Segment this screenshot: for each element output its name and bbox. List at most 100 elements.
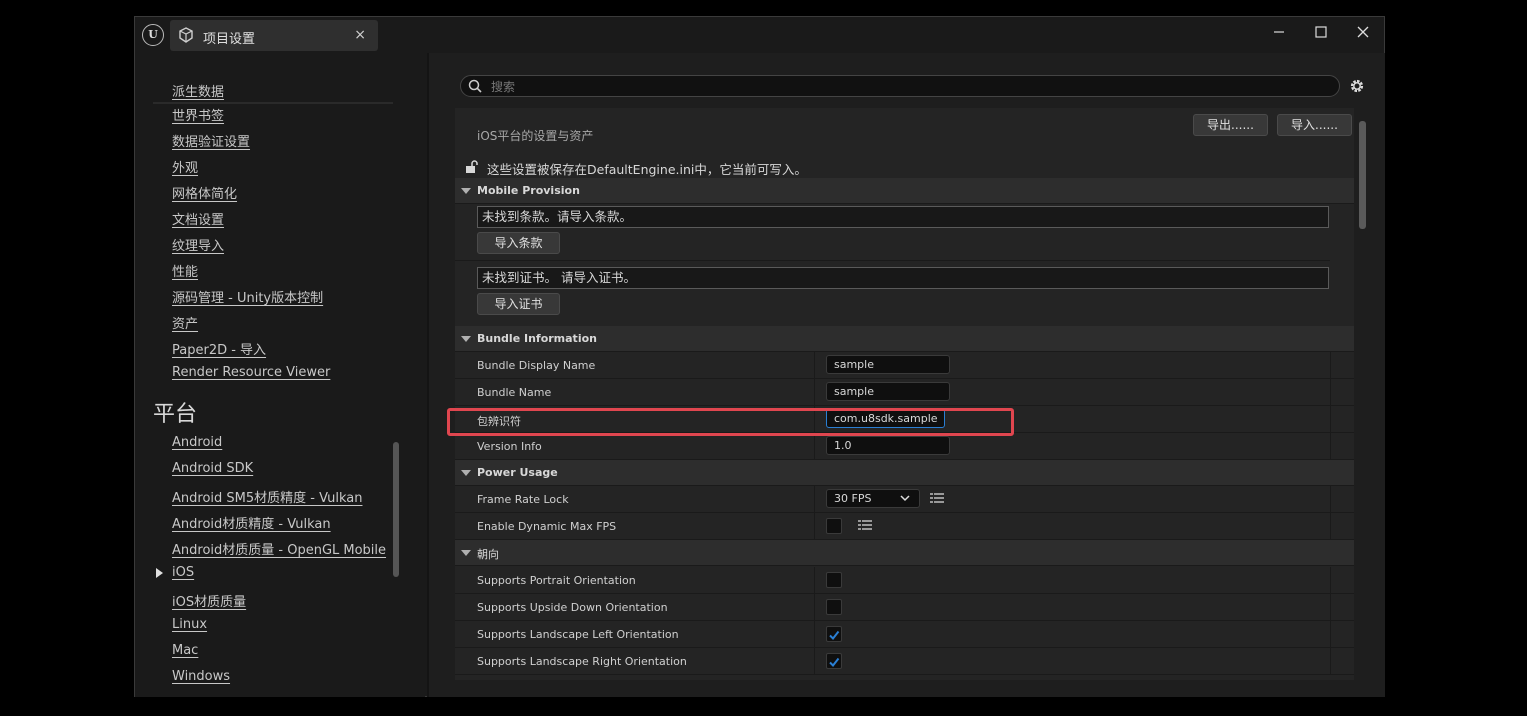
setting-name: Frame Rate Lock [477, 493, 569, 506]
ios-settings-panel: iOS平台的设置与资产 导出...... 导入...... 这些设置被保存在De… [455, 108, 1354, 680]
sidebar-item-data-validation[interactable]: 数据验证设置 [172, 131, 250, 150]
column-divider [814, 433, 815, 459]
selected-arrow-icon [156, 568, 163, 578]
column-divider [814, 379, 815, 405]
sidebar-item-android-sdk[interactable]: Android SDK [172, 461, 253, 476]
portrait-checkbox[interactable] [826, 572, 842, 588]
sidebar-item-appearance[interactable]: 外观 [172, 157, 198, 176]
certificate-message: 未找到证书。 请导入证书。 [477, 267, 1329, 289]
sidebar-item-derived-data[interactable]: 派生数据 [172, 81, 224, 100]
setting-row: Supports Portrait Orientation [455, 567, 1354, 594]
setting-name: Supports Portrait Orientation [477, 574, 636, 587]
sidebar-item-paper2d-import[interactable]: Paper2D - 导入 [172, 339, 266, 358]
bundle-display-name-input[interactable]: sample [826, 355, 950, 374]
chevron-down-icon [900, 495, 910, 502]
sidebar-item-performance[interactable]: 性能 [172, 261, 198, 280]
dropdown-value: 30 FPS [834, 492, 872, 505]
column-divider [814, 648, 815, 674]
column-divider [1330, 621, 1331, 647]
tab-title: 项目设置 [203, 32, 256, 47]
bundle-name-input[interactable]: sample [826, 382, 950, 401]
sidebar-item-windows[interactable]: Windows [172, 669, 230, 684]
upside-down-checkbox[interactable] [826, 599, 842, 615]
setting-name: Version Info [477, 440, 542, 453]
sidebar-item-world-bookmarks[interactable]: 世界书签 [172, 105, 224, 124]
provision-divider [455, 260, 1330, 261]
column-divider [1330, 352, 1331, 378]
sidebar-item-android-sm5-vulkan[interactable]: Android SM5材质精度 - Vulkan [172, 487, 362, 506]
column-divider [814, 406, 815, 432]
collapse-arrow-icon [461, 550, 471, 556]
grid-icon[interactable] [930, 492, 944, 506]
category-label: 朝向 [477, 548, 499, 561]
import-provision-button[interactable]: 导入条款 [477, 232, 560, 254]
sidebar-item-documentation[interactable]: 文档设置 [172, 209, 224, 228]
maximize-icon [1315, 26, 1327, 38]
sidebar-item-android-opengl[interactable]: Android材质质量 - OpenGL Mobile [172, 539, 386, 558]
setting-name: Supports Upside Down Orientation [477, 601, 668, 614]
maximize-button[interactable] [1306, 21, 1336, 43]
checkmark-icon [829, 630, 840, 641]
sidebar-item-mesh-simplification[interactable]: 网格体简化 [172, 183, 237, 202]
provision-message: 未找到条款。请导入条款。 [477, 206, 1329, 228]
bundle-identifier-input[interactable]: com.u8sdk.sample [826, 409, 945, 428]
import-certificate-button[interactable]: 导入证书 [477, 293, 560, 315]
column-divider [814, 486, 815, 512]
setting-row: Bundle Display Name sample [455, 352, 1354, 379]
close-icon [1357, 26, 1369, 38]
setting-name: Bundle Display Name [477, 359, 596, 372]
collapse-arrow-icon [461, 470, 471, 476]
sidebar-item-ios[interactable]: iOS [172, 565, 194, 580]
project-settings-window: U 项目设置 × 派生数据 世界书签 数据验证设置 外观 网格体简化 文档设置 … [134, 16, 1385, 697]
setting-row: Version Info 1.0 [455, 433, 1354, 460]
tab-project-settings[interactable]: 项目设置 × [170, 20, 378, 51]
unlock-icon [466, 160, 478, 173]
category-bundle-information[interactable]: Bundle Information [455, 326, 1354, 352]
landscape-right-checkbox[interactable] [826, 653, 842, 669]
search-input[interactable] [489, 77, 1333, 97]
setting-row: Supports Upside Down Orientation [455, 594, 1354, 621]
sidebar-item-android[interactable]: Android [172, 435, 222, 450]
sidebar-item-texture-import[interactable]: 纹理导入 [172, 235, 224, 254]
category-orientation[interactable]: 朝向 [455, 540, 1354, 566]
import-button[interactable]: 导入...... [1277, 114, 1352, 136]
sidebar-item-assets[interactable]: 资产 [172, 313, 198, 332]
grid-icon[interactable] [858, 519, 872, 533]
setting-row: Bundle Name sample [455, 379, 1354, 406]
column-divider [1330, 594, 1331, 620]
sidebar-scrollbar[interactable] [393, 442, 399, 577]
sidebar-item-mac[interactable]: Mac [172, 643, 198, 658]
sidebar-item-android-vulkan[interactable]: Android材质精度 - Vulkan [172, 513, 331, 532]
landscape-left-checkbox[interactable] [826, 626, 842, 642]
setting-row: Enable Dynamic Max FPS [455, 513, 1354, 540]
minimize-button[interactable] [1264, 21, 1294, 43]
version-info-input[interactable]: 1.0 [826, 436, 950, 455]
export-button[interactable]: 导出...... [1193, 114, 1268, 136]
settings-cube-icon [179, 27, 193, 43]
category-mobile-provision[interactable]: Mobile Provision [455, 178, 1354, 204]
title-bar: U 项目设置 × [135, 17, 1384, 53]
settings-sidebar: 派生数据 世界书签 数据验证设置 外观 网格体简化 文档设置 纹理导入 性能 源… [135, 53, 425, 697]
close-window-button[interactable] [1348, 21, 1378, 43]
gear-icon[interactable] [1348, 77, 1366, 95]
category-power-usage[interactable]: Power Usage [455, 460, 1354, 486]
setting-name: 包辨识符 [477, 415, 521, 428]
panel-scrollbar[interactable] [1359, 121, 1366, 229]
column-divider [1330, 379, 1331, 405]
config-writable-notice: 这些设置被保存在DefaultEngine.ini中，它当前可写入。 [487, 162, 807, 177]
setting-name: Supports Landscape Right Orientation [477, 655, 687, 668]
setting-row: 包辨识符 com.u8sdk.sample [455, 406, 1354, 433]
category-label: Power Usage [477, 466, 558, 479]
sidebar-item-ios-material-quality[interactable]: iOS材质质量 [172, 591, 246, 610]
column-divider [1330, 648, 1331, 674]
tab-close-icon[interactable]: × [354, 27, 366, 43]
column-divider [1330, 486, 1331, 512]
sidebar-item-linux[interactable]: Linux [172, 617, 207, 632]
panel-title: iOS平台的设置与资产 [477, 129, 594, 143]
collapse-arrow-icon [461, 188, 471, 194]
sidebar-item-source-control[interactable]: 源码管理 - Unity版本控制 [172, 287, 323, 306]
frame-rate-dropdown[interactable]: 30 FPS [826, 489, 920, 508]
dynamic-fps-checkbox[interactable] [826, 518, 842, 534]
sidebar-item-render-resource-viewer[interactable]: Render Resource Viewer [172, 365, 330, 380]
column-divider [1330, 433, 1331, 459]
